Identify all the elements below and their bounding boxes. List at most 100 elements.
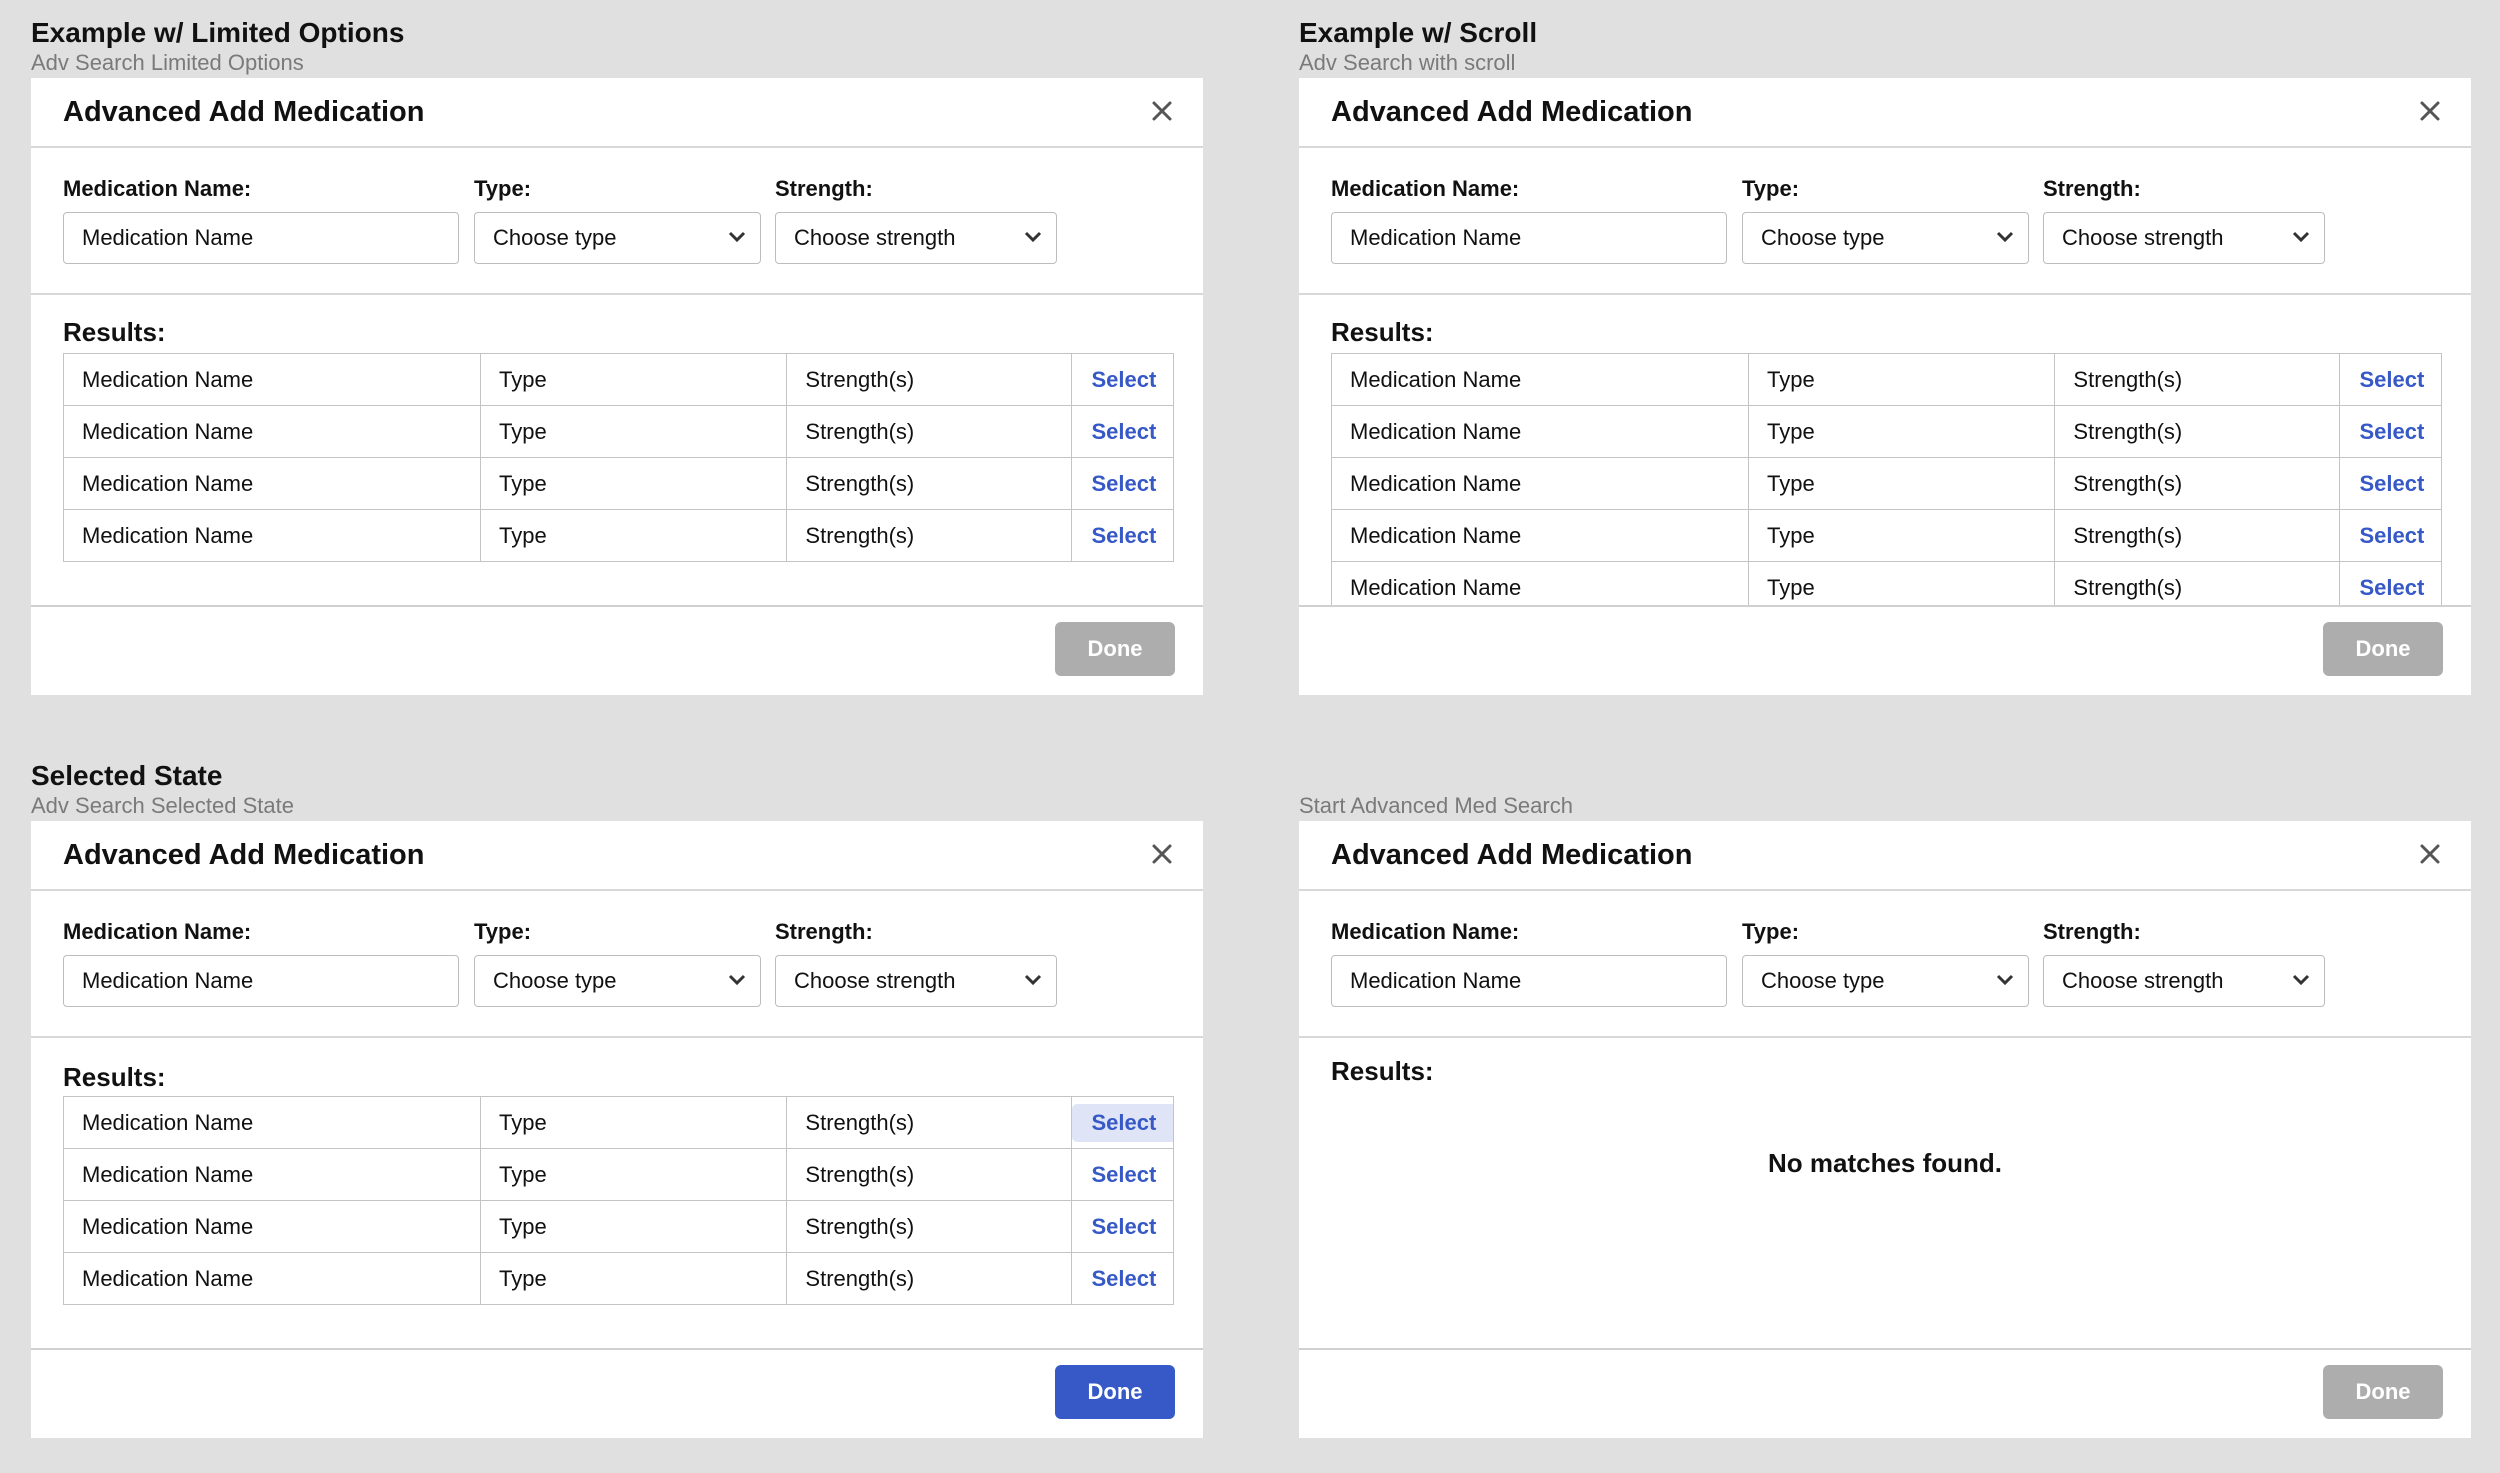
panel-subtitle: Adv Search Limited Options xyxy=(31,50,304,75)
medication-name-label: Medication Name: xyxy=(63,176,252,201)
type-select[interactable]: Choose type xyxy=(474,955,761,1007)
strength-select[interactable]: Choose strength xyxy=(2043,212,2325,264)
strength-select[interactable]: Choose strength xyxy=(775,955,1057,1007)
strength-select-value: Choose strength xyxy=(794,225,956,250)
results-area: Results: Medication Name Type Strength(s… xyxy=(31,295,1203,605)
advanced-add-medication-dialog: Advanced Add Medication Medication Name:… xyxy=(31,78,1203,695)
medication-name-cell: Medication Name xyxy=(63,353,481,406)
close-icon[interactable] xyxy=(2415,96,2445,126)
type-cell: Type xyxy=(479,457,788,510)
medication-name-cell: Medication Name xyxy=(1331,353,1749,406)
dialog-footer: Done xyxy=(1299,605,2471,695)
panel-selected-state: Selected State Adv Search Selected State… xyxy=(31,759,1203,1438)
medication-name-label: Medication Name: xyxy=(1331,176,1520,201)
type-select[interactable]: Choose type xyxy=(474,212,761,264)
strength-select-value: Choose strength xyxy=(2062,225,2224,250)
type-cell: Type xyxy=(1747,561,2056,605)
close-icon[interactable] xyxy=(1147,839,1177,869)
select-button[interactable]: Select xyxy=(1072,413,1173,451)
results-area: Results: Medication Name Type Strength(s… xyxy=(31,1038,1203,1348)
table-row: Medication Name Type Strength(s) Select xyxy=(1331,509,2442,562)
strength-label: Strength: xyxy=(2043,176,2141,201)
search-filters: Medication Name: Type: Strength: Choose … xyxy=(1299,891,2471,1038)
dialog-header: Advanced Add Medication xyxy=(1299,821,2471,891)
select-cell: Select xyxy=(1070,1148,1174,1201)
select-button[interactable]: Select xyxy=(1072,1260,1173,1298)
panel-limited-options: Example w/ Limited Options Adv Search Li… xyxy=(31,16,1203,695)
search-filters: Medication Name: Type: Strength: Choose … xyxy=(31,891,1203,1038)
dialog-title: Advanced Add Medication xyxy=(1331,839,1693,871)
select-button[interactable]: Select xyxy=(1072,1156,1173,1194)
results-table: Medication Name Type Strength(s) Select … xyxy=(1331,353,2442,605)
medication-name-cell: Medication Name xyxy=(63,509,481,562)
done-button[interactable]: Done xyxy=(1055,622,1175,676)
select-button[interactable]: Select xyxy=(1072,361,1173,399)
strength-select-value: Choose strength xyxy=(794,968,956,993)
select-button-selected[interactable]: Select xyxy=(1071,1103,1173,1142)
type-cell: Type xyxy=(1747,353,2056,406)
type-select[interactable]: Choose type xyxy=(1742,212,2029,264)
type-cell: Type xyxy=(479,1096,788,1149)
panel-with-scroll: Example w/ Scroll Adv Search with scroll… xyxy=(1299,16,2471,695)
advanced-add-medication-dialog: Advanced Add Medication Medication Name:… xyxy=(1299,78,2471,695)
medication-name-input[interactable] xyxy=(1331,955,1727,1007)
select-button[interactable]: Select xyxy=(1072,1208,1173,1246)
strength-select[interactable]: Choose strength xyxy=(2043,955,2325,1007)
panel-title: Example w/ Limited Options xyxy=(31,17,405,48)
table-row: Medication Name Type Strength(s) Select xyxy=(63,1252,1174,1305)
select-button[interactable]: Select xyxy=(2340,361,2441,399)
table-row: Medication Name Type Strength(s) Select xyxy=(1331,353,2442,406)
strength-cell: Strength(s) xyxy=(786,1148,1072,1201)
results-scroll-area[interactable]: Results: Medication Name Type Strength(s… xyxy=(1299,295,2471,605)
table-row: Medication Name Type Strength(s) Select xyxy=(1331,561,2442,606)
strength-cell: Strength(s) xyxy=(786,509,1072,562)
select-button[interactable]: Select xyxy=(1072,465,1173,503)
select-button[interactable]: Select xyxy=(2340,517,2441,555)
select-button[interactable]: Select xyxy=(2340,413,2441,451)
type-cell: Type xyxy=(1747,457,2056,510)
no-matches-message: No matches found. xyxy=(1767,1148,2002,1178)
done-button[interactable]: Done xyxy=(2323,622,2443,676)
results-label: Results: xyxy=(1331,1056,1434,1086)
medication-name-cell: Medication Name xyxy=(63,1148,481,1201)
type-select[interactable]: Choose type xyxy=(1742,955,2029,1007)
strength-cell: Strength(s) xyxy=(2054,561,2340,605)
dialog-title: Advanced Add Medication xyxy=(63,96,425,128)
strength-cell: Strength(s) xyxy=(786,353,1072,406)
medication-name-label: Medication Name: xyxy=(63,919,252,944)
select-button[interactable]: Select xyxy=(2340,465,2441,503)
strength-cell: Strength(s) xyxy=(2054,457,2340,510)
select-cell: Select xyxy=(1070,1096,1174,1149)
panel-subtitle: Start Advanced Med Search xyxy=(1299,793,1573,818)
strength-cell: Strength(s) xyxy=(786,1252,1072,1305)
done-button[interactable]: Done xyxy=(2323,1365,2443,1419)
panel-title: Example w/ Scroll xyxy=(1299,17,1538,48)
select-cell: Select xyxy=(2338,509,2442,562)
medication-name-cell: Medication Name xyxy=(63,405,481,458)
advanced-add-medication-dialog: Advanced Add Medication Medication Name:… xyxy=(1299,821,2471,1438)
medication-name-input[interactable] xyxy=(63,212,459,264)
type-label: Type: xyxy=(1742,919,1800,944)
select-button[interactable]: Select xyxy=(1072,517,1173,555)
done-button[interactable]: Done xyxy=(1055,1365,1175,1419)
table-row: Medication Name Type Strength(s) Select xyxy=(63,1148,1174,1201)
type-select-value: Choose type xyxy=(493,968,617,993)
search-filters: Medication Name: Type: Strength: Choose … xyxy=(1299,148,2471,295)
strength-cell: Strength(s) xyxy=(2054,405,2340,458)
table-row: Medication Name Type Strength(s) Select xyxy=(63,353,1174,406)
medication-name-input[interactable] xyxy=(1331,212,1727,264)
strength-select[interactable]: Choose strength xyxy=(775,212,1057,264)
close-icon[interactable] xyxy=(2415,839,2445,869)
select-cell: Select xyxy=(1070,1252,1174,1305)
chevron-down-icon xyxy=(1024,231,1042,243)
panel-subtitle: Adv Search Selected State xyxy=(31,793,294,818)
results-label: Results: xyxy=(63,317,166,347)
advanced-add-medication-dialog: Advanced Add Medication Medication Name:… xyxy=(31,821,1203,1438)
type-cell: Type xyxy=(1747,509,2056,562)
table-row: Medication Name Type Strength(s) Select xyxy=(63,1200,1174,1253)
panel-title xyxy=(1299,759,2471,793)
search-filters: Medication Name: Type: Strength: Choose … xyxy=(31,148,1203,295)
select-button[interactable]: Select xyxy=(2340,569,2441,606)
close-icon[interactable] xyxy=(1147,96,1177,126)
medication-name-input[interactable] xyxy=(63,955,459,1007)
